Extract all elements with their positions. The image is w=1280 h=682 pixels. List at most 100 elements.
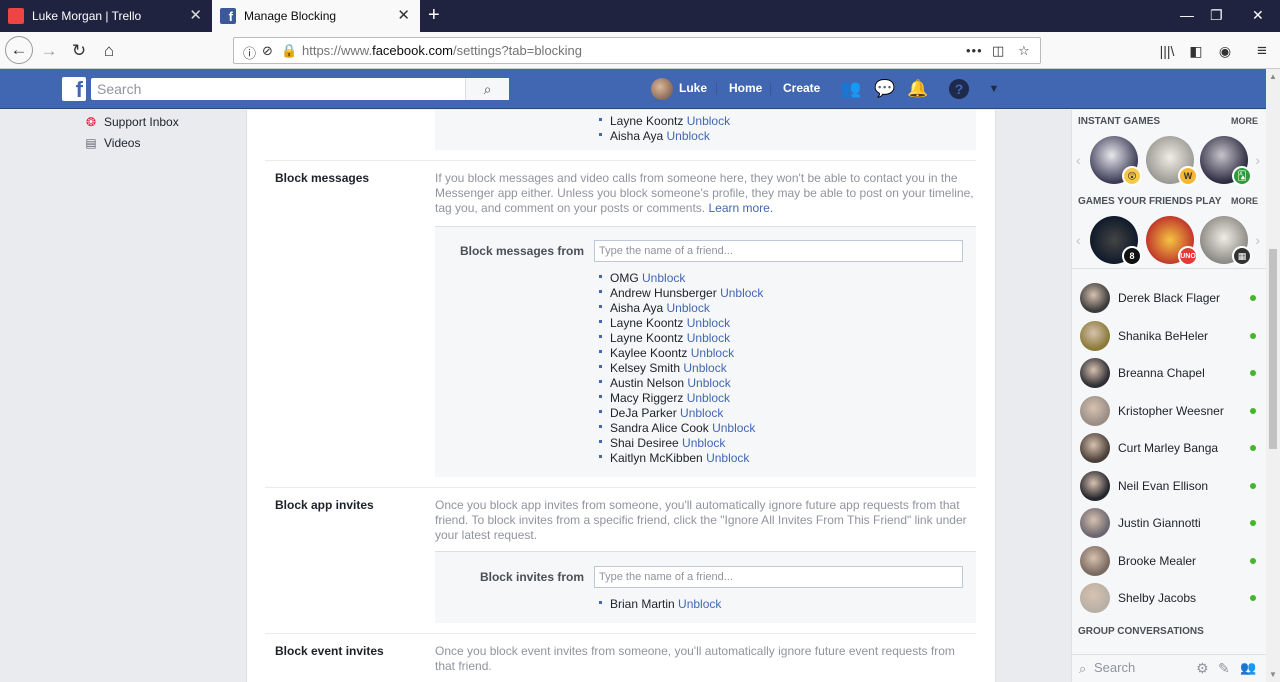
user-avatar[interactable] (651, 78, 673, 100)
account-icon[interactable]: ◉ (1212, 38, 1238, 64)
address-bar[interactable]: ⓘ ⊘ 🔒 https://www.facebook.com/settings?… (233, 37, 1041, 64)
new-message-icon[interactable]: ✎ (1218, 660, 1230, 677)
unblock-link[interactable]: Unblock (680, 406, 723, 420)
friend-name: Neil Evan Ellison (1118, 478, 1209, 493)
game-badge: 8 (1122, 246, 1142, 266)
window-close-icon[interactable]: ✕ (1252, 7, 1264, 24)
unblock-link[interactable]: Unblock (706, 451, 749, 465)
friends-game-2[interactable]: UNO (1146, 216, 1198, 266)
chat-friend-row[interactable]: Kristopher Weesner (1080, 395, 1260, 427)
avatar (1080, 395, 1110, 426)
friend-name: Breanna Chapel (1118, 366, 1205, 380)
carousel-right-chevron-icon[interactable]: › (1255, 152, 1260, 168)
minimize-icon[interactable]: — (1180, 7, 1194, 23)
pocket-icon[interactable]: ◫ (992, 43, 1004, 59)
list-item: Austin Nelson Unblock (599, 376, 763, 391)
instant-game-3[interactable]: 🂡 (1200, 136, 1252, 186)
help-icon[interactable]: ? (949, 79, 969, 99)
url-text[interactable]: https://www.facebook.com/settings?tab=bl… (302, 43, 582, 58)
unblock-link[interactable]: Unblock (667, 129, 710, 143)
carousel-left-chevron-icon[interactable]: ‹ (1076, 232, 1081, 248)
lock-icon[interactable]: 🔒 (281, 43, 297, 59)
chat-friend-row[interactable]: Curt Marley Banga (1080, 432, 1260, 464)
nav-divider (716, 83, 717, 95)
chat-friend-row[interactable]: Derek Black Flager (1080, 282, 1260, 314)
unblock-link[interactable]: Unblock (691, 346, 734, 360)
unblock-link[interactable]: Unblock (667, 301, 710, 315)
scroll-up-icon[interactable]: ▲ (1269, 72, 1277, 81)
home-link[interactable]: Home (729, 81, 762, 95)
unblock-link[interactable]: Unblock (682, 436, 725, 450)
friends-game-3[interactable]: ▦ (1200, 216, 1252, 266)
account-menu-chevron-down-icon[interactable]: ▼ (983, 78, 1005, 100)
sidebar-icon[interactable]: ◧ (1183, 38, 1209, 64)
left-item-support-inbox[interactable]: ❂ Support Inbox (84, 115, 179, 129)
chat-friend-row[interactable]: Justin Giannotti (1080, 507, 1260, 539)
info-icon[interactable]: ⓘ (243, 43, 256, 62)
create-link[interactable]: Create (783, 81, 820, 95)
tab-manage-blocking[interactable]: f Manage Blocking ✕ (212, 0, 420, 32)
unblock-link[interactable]: Unblock (720, 286, 763, 300)
friends-game-1[interactable]: 8 (1090, 216, 1142, 266)
profile-link[interactable]: Luke (679, 81, 707, 95)
block-messages-friend-input[interactable] (594, 240, 963, 262)
page-actions-icon[interactable]: ••• (966, 43, 983, 58)
right-sidebar: INSTANT GAMES MORE ‹ › 😲 W 🂡 GAMES YOUR … (1071, 110, 1267, 682)
instant-games-more-link[interactable]: MORE (1231, 116, 1258, 126)
carousel-left-chevron-icon[interactable]: ‹ (1076, 152, 1081, 168)
block-invites-friend-input[interactable] (594, 566, 963, 588)
bookmark-star-icon[interactable]: ☆ (1018, 43, 1030, 59)
friend-requests-icon[interactable]: 👥 (840, 78, 862, 100)
unblock-link[interactable]: Unblock (687, 391, 730, 405)
create-group-icon[interactable]: 👥 (1240, 660, 1256, 676)
unblock-link[interactable]: Unblock (687, 316, 730, 330)
unblock-link[interactable]: Unblock (687, 376, 730, 390)
chat-search-input[interactable] (1094, 660, 1184, 675)
instant-game-1[interactable]: 😲 (1090, 136, 1142, 186)
unblock-link[interactable]: Unblock (683, 361, 726, 375)
game-badge: W (1178, 166, 1198, 186)
home-icon[interactable]: ⌂ (96, 38, 122, 64)
chat-friend-row[interactable]: Shelby Jacobs (1080, 582, 1260, 614)
instant-game-2[interactable]: W (1146, 136, 1198, 186)
online-status-icon (1250, 595, 1256, 601)
games-friends-play-more-link[interactable]: MORE (1231, 196, 1258, 206)
page-scrollbar[interactable]: ▲ ▼ (1266, 69, 1280, 682)
avatar (1080, 470, 1110, 501)
gear-icon[interactable]: ⚙ (1196, 660, 1209, 677)
back-arrow-icon[interactable]: ← (5, 36, 33, 64)
unblock-link[interactable]: Unblock (678, 597, 721, 611)
tab-trello[interactable]: Luke Morgan | Trello ✕ (0, 0, 212, 32)
search-icon[interactable]: ⌕ (465, 78, 509, 100)
forward-arrow-icon[interactable]: → (36, 38, 62, 64)
close-tab-icon[interactable]: ✕ (397, 8, 410, 24)
restore-icon[interactable]: ❐ (1210, 7, 1223, 24)
messenger-icon[interactable]: 💬 (874, 78, 896, 100)
library-icon[interactable]: |||\ (1154, 38, 1180, 64)
unblock-link[interactable]: Unblock (687, 114, 730, 128)
games-friends-play-heading: GAMES YOUR FRIENDS PLAY (1078, 196, 1222, 207)
new-tab-icon[interactable]: + (428, 4, 440, 26)
reload-icon[interactable]: ↻ (66, 38, 92, 64)
scroll-down-icon[interactable]: ▼ (1269, 670, 1277, 679)
unblock-link[interactable]: Unblock (687, 331, 730, 345)
avatar (1080, 320, 1110, 351)
menu-icon[interactable]: ≡ (1249, 38, 1275, 64)
unblock-link[interactable]: Unblock (642, 271, 685, 285)
scrollbar-thumb[interactable] (1269, 249, 1277, 449)
close-tab-icon[interactable]: ✕ (189, 8, 202, 24)
carousel-right-chevron-icon[interactable]: › (1255, 232, 1260, 248)
unblock-link[interactable]: Unblock (712, 421, 755, 435)
chat-friend-row[interactable]: Shanika BeHeler (1080, 320, 1260, 352)
left-item-videos[interactable]: ▤ Videos (84, 136, 140, 150)
search-input[interactable] (91, 78, 461, 100)
permissions-icon[interactable]: ⊘ (262, 43, 273, 59)
facebook-logo-icon[interactable]: f (62, 77, 86, 101)
chat-friend-row[interactable]: Brooke Mealer (1080, 545, 1260, 577)
learn-more-link[interactable]: Learn more. (708, 201, 773, 215)
chat-friend-row[interactable]: Breanna Chapel (1080, 357, 1260, 389)
notifications-bell-icon[interactable]: 🔔 (907, 78, 929, 100)
blocked-app-invites-list: Brian Martin Unblock (599, 597, 721, 612)
list-item: Layne Koontz Unblock (599, 316, 763, 331)
chat-friend-row[interactable]: Neil Evan Ellison (1080, 470, 1260, 502)
